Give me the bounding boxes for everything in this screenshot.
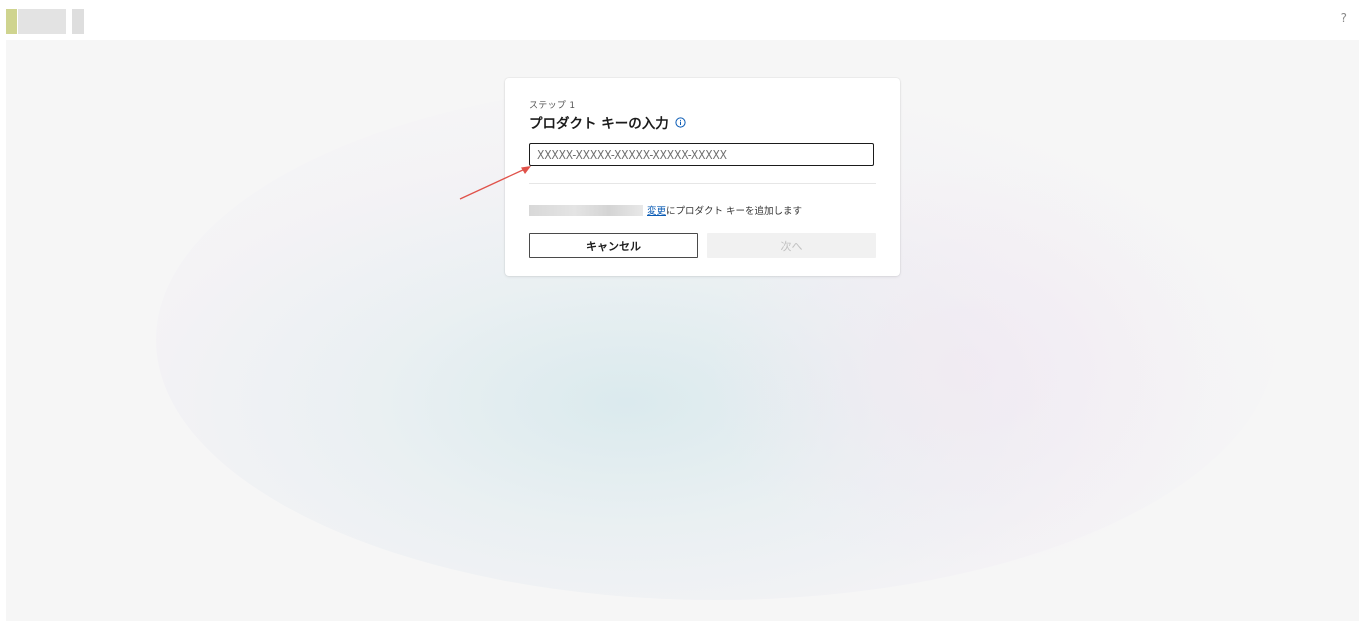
top-bar: ?: [0, 0, 1359, 40]
dialog-title: プロダクト キーの入力: [529, 112, 686, 132]
brand-logo-extra-redacted: [72, 9, 84, 34]
dialog-title-text: プロダクト キーの入力: [529, 116, 669, 132]
brand-logo-mark: [6, 9, 17, 34]
account-line-text: にプロダクト キーを追加します: [666, 206, 803, 217]
change-account-link[interactable]: 変更: [647, 203, 666, 217]
page: ? ステップ 1 プロダクト キーの入力 変更 にプロダクト キーを追加します …: [0, 0, 1359, 621]
cancel-button[interactable]: キャンセル: [529, 233, 698, 258]
redacted-account-name: [529, 204, 643, 216]
brand-logo-text-redacted: [18, 9, 66, 34]
product-key-input[interactable]: [529, 143, 874, 166]
step-label: ステップ 1: [529, 101, 576, 111]
product-key-dialog: ステップ 1 プロダクト キーの入力 変更 にプロダクト キーを追加します キャ…: [505, 78, 900, 276]
info-circle-icon[interactable]: [675, 116, 686, 128]
annotation-arrow-icon: [459, 166, 531, 200]
account-line: 変更 にプロダクト キーを追加します: [529, 203, 802, 217]
next-button[interactable]: 次へ: [707, 233, 876, 258]
question-mark-icon[interactable]: ?: [1341, 11, 1347, 25]
divider: [529, 183, 876, 184]
